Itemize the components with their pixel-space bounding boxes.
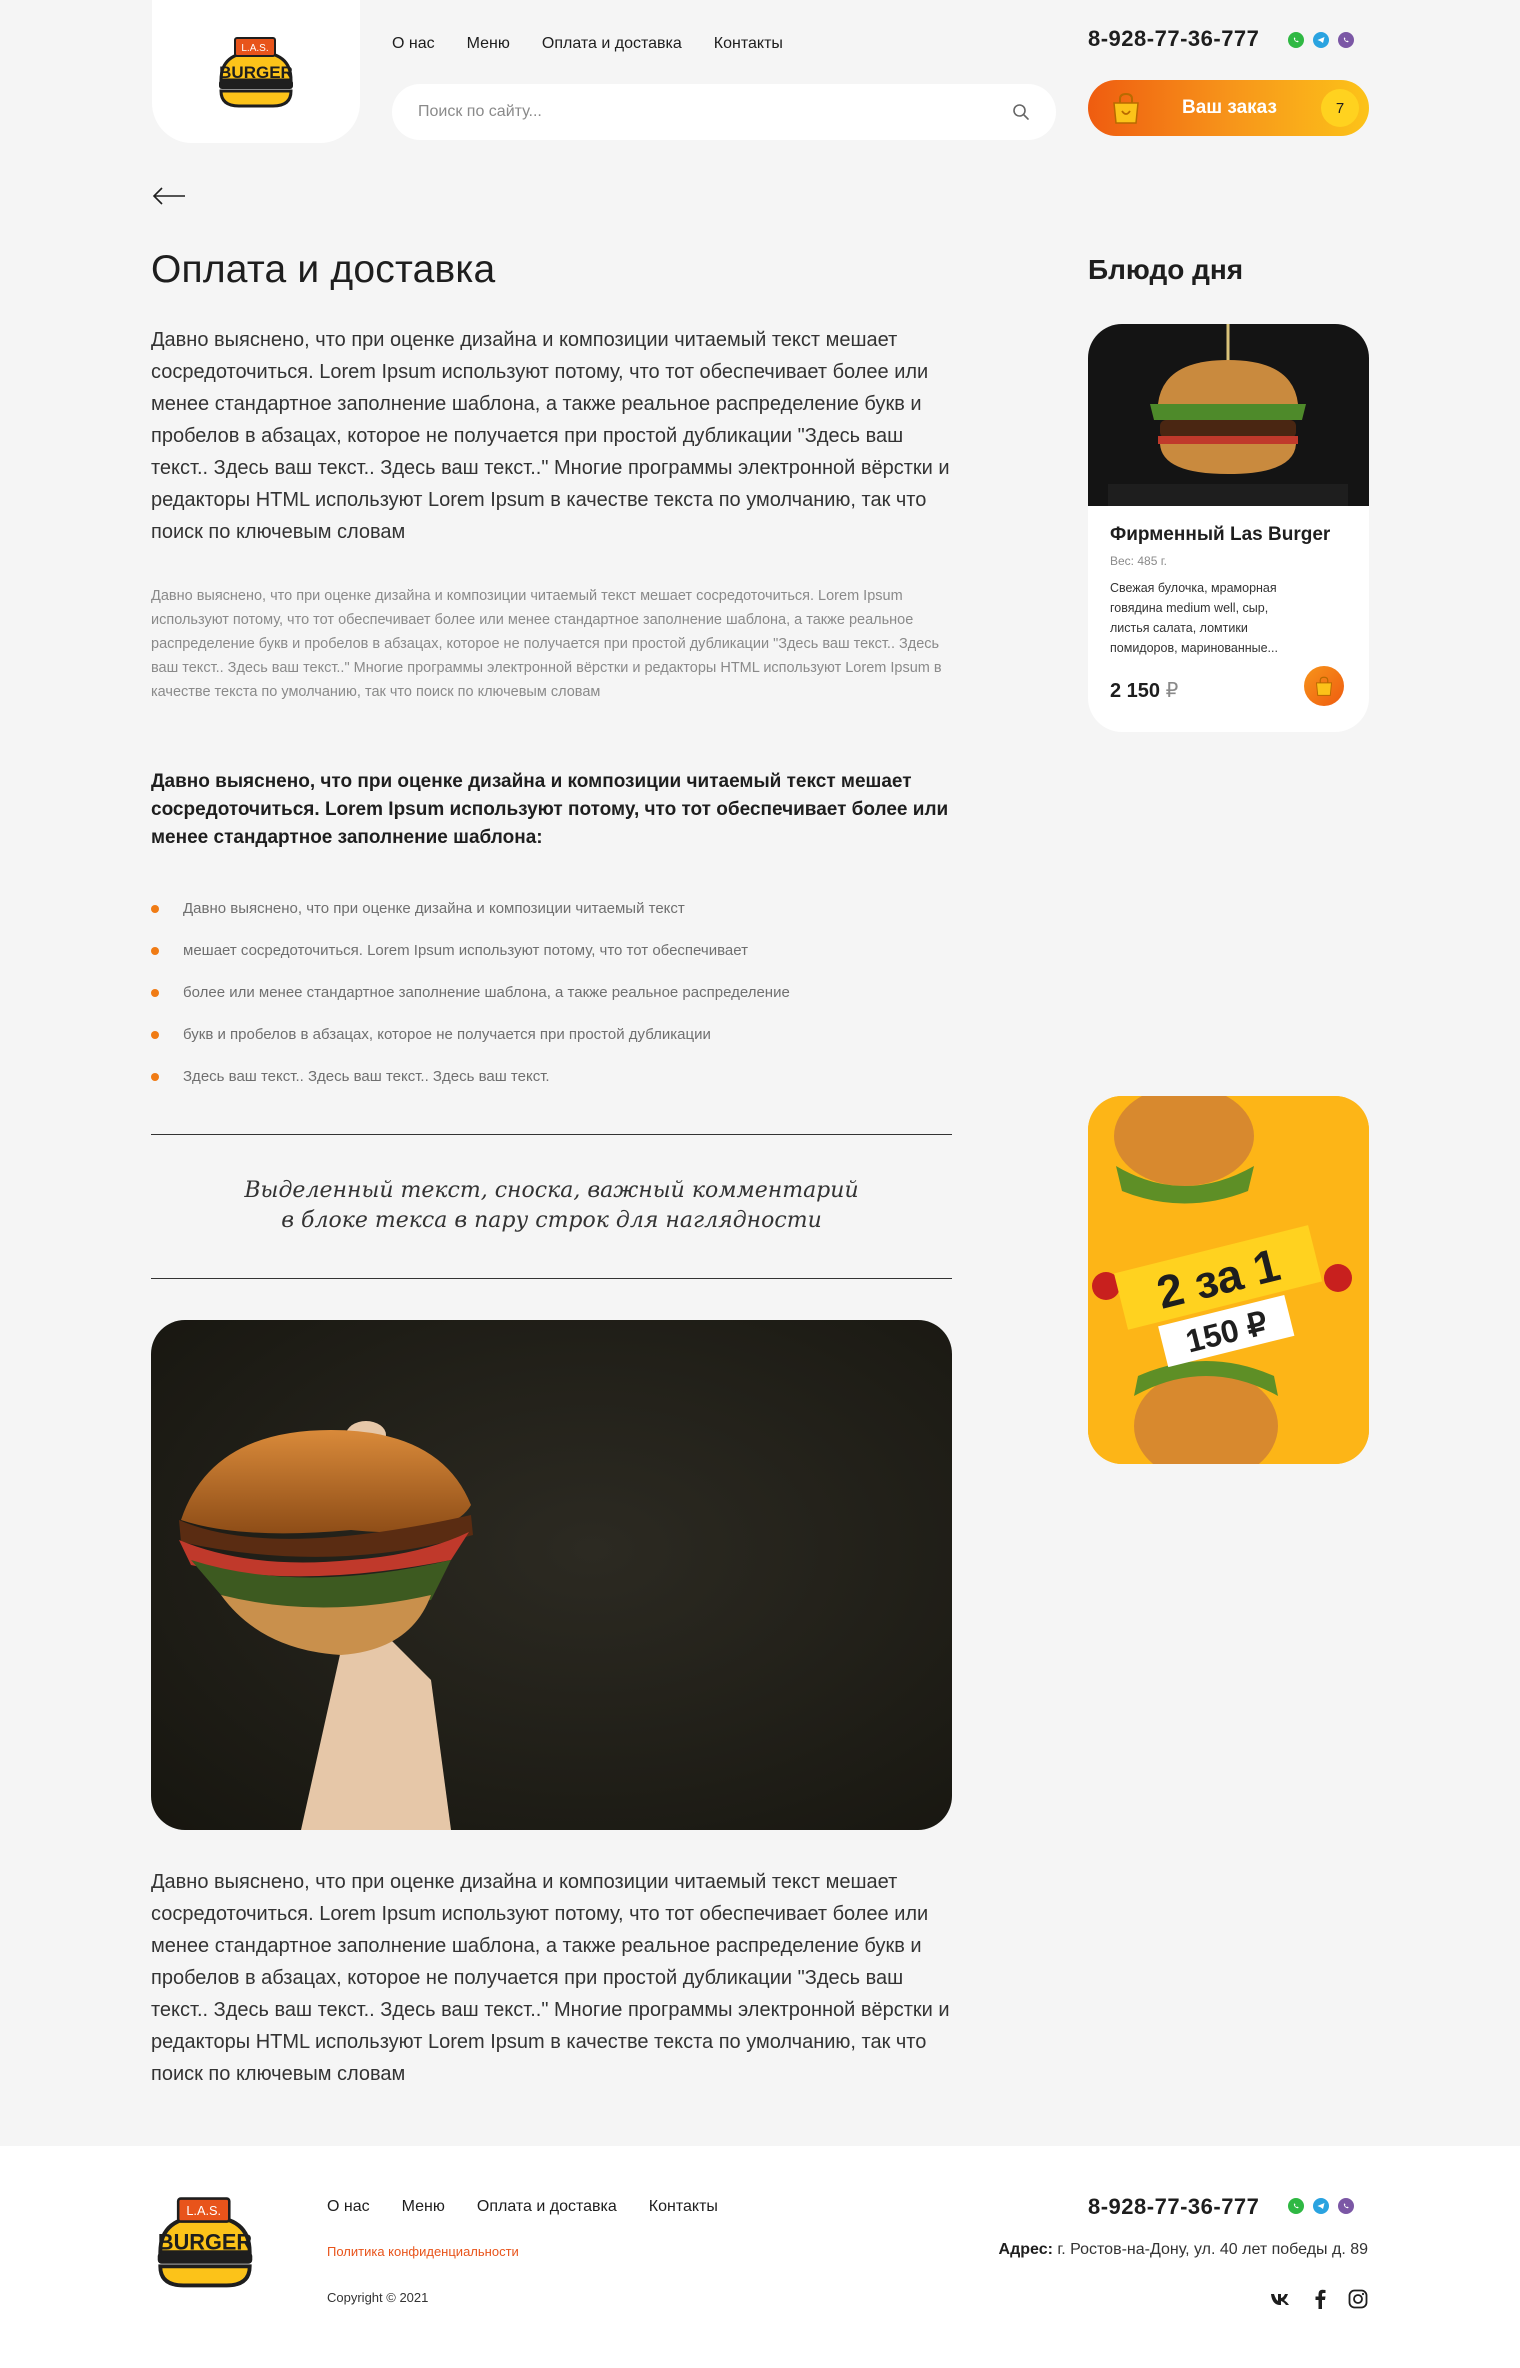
list-item: букв и пробелов в абзацах, которое не по… — [151, 1014, 961, 1056]
search-input[interactable] — [418, 103, 978, 121]
list-item: Давно выяснено, что при оценке дизайна и… — [151, 888, 961, 930]
viber-icon[interactable] — [1338, 32, 1354, 48]
footer-social — [1270, 2289, 1368, 2309]
dish-of-day-title: Блюдо дня — [1088, 254, 1244, 285]
copyright: Copyright © 2021 — [327, 2290, 429, 2305]
footer-nav-menu[interactable]: Меню — [402, 2198, 445, 2216]
body-paragraph-bottom: Давно выяснено, что при оценке дизайна и… — [151, 1871, 950, 2085]
search-bar — [392, 84, 1056, 140]
nav-menu[interactable]: Меню — [467, 30, 510, 58]
burger-in-hand-image — [151, 1320, 952, 1830]
nav-contacts[interactable]: Контакты — [714, 30, 783, 58]
cart-count-badge: 7 — [1321, 89, 1359, 127]
list-item: мешает сосредоточиться. Lorem Ipsum испо… — [151, 930, 961, 972]
header-phone[interactable]: 8-928-77-36-777 — [1088, 26, 1259, 52]
small-paragraph: Давно выяснено, что при оценке дизайна и… — [151, 588, 942, 700]
quote-line: Выделенный текст, сноска, важный коммент… — [244, 1178, 859, 1203]
site-logo[interactable]: L.A.S. BURGER — [152, 0, 360, 143]
dish-image — [1088, 324, 1369, 506]
body-paragraph: Давно выяснено, что при оценке дизайна и… — [151, 329, 950, 543]
main-nav: О нас Меню Оплата и доставка Контакты — [392, 30, 783, 58]
nav-payment-delivery[interactable]: Оплата и доставка — [542, 30, 682, 58]
back-arrow-icon[interactable] — [152, 186, 186, 206]
logo-text: BURGER — [219, 63, 293, 82]
cart-button[interactable]: Ваш заказ 7 — [1088, 80, 1369, 136]
dish-card[interactable]: Фирменный Las Burger Вес: 485 г. Свежая … — [1088, 324, 1369, 732]
highlight-quote: Выделенный текст, сноска, важный коммент… — [151, 1176, 952, 1236]
logo-icon: L.A.S. BURGER — [157, 2197, 252, 2288]
footer-nav-about[interactable]: О нас — [327, 2198, 370, 2216]
footer-nav: О нас Меню Оплата и доставка Контакты — [327, 2198, 718, 2216]
divider-bottom — [151, 1278, 952, 1279]
instagram-icon[interactable] — [1348, 2289, 1368, 2309]
logo-top-text: L.A.S. — [186, 2203, 221, 2218]
footer-nav-contacts[interactable]: Контакты — [649, 2198, 718, 2216]
quote-line: в блоке текса в пару строк для нагляднос… — [281, 1208, 822, 1233]
footer-address: Адрес: г. Ростов-на-Дону, ул. 40 лет поб… — [999, 2241, 1368, 2259]
footer-messengers — [1288, 2198, 1354, 2214]
address-value: г. Ростов-на-Дону, ул. 40 лет победы д. … — [1057, 2241, 1368, 2258]
bold-paragraph: Давно выяснено, что при оценке дизайна и… — [151, 771, 949, 848]
add-to-cart-button[interactable] — [1304, 666, 1344, 706]
page-title: Оплата и доставка — [151, 248, 496, 291]
shopping-bag-icon — [1113, 92, 1139, 124]
logo-top-text: L.A.S. — [241, 43, 268, 54]
promo-banner[interactable]: 2 за 1 150 ₽ — [1088, 1096, 1369, 1464]
cart-label: Ваш заказ — [1182, 97, 1277, 118]
dish-name: Фирменный Las Burger — [1110, 524, 1331, 545]
shopping-bag-icon — [1315, 676, 1333, 696]
whatsapp-icon[interactable] — [1288, 2198, 1304, 2214]
list-item: более или менее стандартное заполнение ш… — [151, 972, 961, 1014]
whatsapp-icon[interactable] — [1288, 32, 1304, 48]
footer-phone[interactable]: 8-928-77-36-777 — [1088, 2194, 1259, 2220]
logo-text: BURGER — [158, 2230, 252, 2255]
telegram-icon[interactable] — [1313, 2198, 1329, 2214]
dish-description: Свежая булочка, мраморная говядина mediu… — [1110, 581, 1278, 655]
telegram-icon[interactable] — [1313, 32, 1329, 48]
address-label: Адрес: — [998, 2241, 1053, 2258]
vk-icon[interactable] — [1270, 2292, 1292, 2306]
search-icon[interactable] — [1012, 103, 1030, 121]
footer-logo[interactable]: L.A.S. BURGER — [150, 2196, 260, 2293]
logo-icon: L.A.S. BURGER — [219, 36, 293, 107]
list-item: Здесь ваш текст.. Здесь ваш текст.. Здес… — [151, 1056, 961, 1098]
promo-image: 2 за 1 150 ₽ — [1088, 1096, 1369, 1464]
dish-price: 2 150 ₽ — [1110, 678, 1178, 703]
price-currency: ₽ — [1165, 680, 1179, 702]
viber-icon[interactable] — [1338, 2198, 1354, 2214]
dish-weight: Вес: 485 г. — [1110, 554, 1167, 568]
footer-nav-payment-delivery[interactable]: Оплата и доставка — [477, 2198, 617, 2216]
facebook-icon[interactable] — [1314, 2289, 1326, 2309]
privacy-policy-link[interactable]: Политика конфиденциальности — [327, 2244, 519, 2259]
burger-photo — [151, 1320, 952, 1830]
nav-about[interactable]: О нас — [392, 30, 435, 58]
header-social — [1288, 32, 1354, 48]
price-value: 2 150 — [1110, 680, 1161, 702]
divider-top — [151, 1134, 952, 1135]
bullet-list: Давно выяснено, что при оценке дизайна и… — [151, 888, 961, 1098]
